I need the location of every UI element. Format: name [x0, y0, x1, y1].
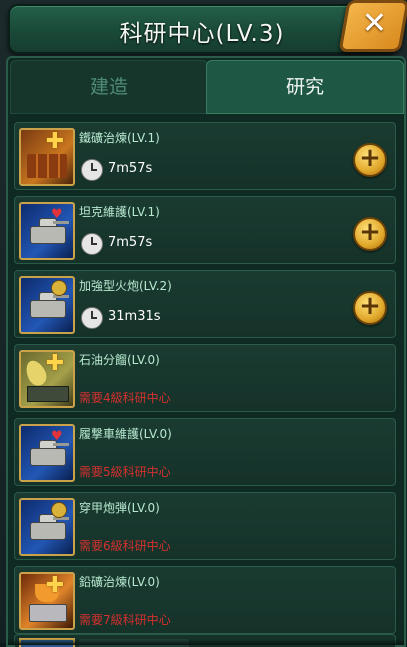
oil-meter-shape [27, 386, 69, 402]
research-item-tank-repair[interactable]: ♥ 坦克維護(LV.1) 7m57s + [14, 196, 396, 264]
upgrade-plus-icon: ✚ [45, 129, 65, 154]
tab-build[interactable]: 建造 [10, 60, 208, 114]
research-item-copper-smelting[interactable]: ✚ 鐵礦治煉(LV.1) 7m57s + [14, 122, 396, 190]
research-panel: 建造 研究 ✚ 鐵礦治煉(LV.1) 7m57s + ♥ 坦克維護(LV.1) … [6, 56, 406, 647]
close-button[interactable]: ✕ [338, 0, 407, 52]
heart-icon: ♥ [51, 429, 63, 444]
item-name: 履撃車維護(LV.0) [79, 427, 172, 441]
add-icon: + [359, 291, 381, 321]
clock-icon [81, 233, 103, 255]
tank-artillery-icon [19, 276, 75, 334]
research-item-tracked-vehicle-repair[interactable]: ♥ 履撃車維護(LV.0) 需要5級科研中心 [14, 418, 396, 486]
copper-smelting-icon: ✚ [19, 128, 75, 186]
tank-repair-icon: ♥ [19, 202, 75, 260]
heart-icon: ♥ [51, 207, 63, 222]
tracked-vehicle-repair-icon: ♥ [19, 424, 75, 482]
requirement-text: 需要7級科研中心 [79, 613, 171, 627]
upgrade-plus-icon: ✚ [45, 351, 65, 376]
research-item-lead-smelting[interactable]: ✚ 鉛礦治煉(LV.0) 需要7級科研中心 [14, 566, 396, 634]
armor-piercing-shell-icon [19, 498, 75, 556]
speedup-button[interactable]: + [353, 217, 387, 251]
speedup-button[interactable]: + [353, 291, 387, 325]
item-name: 坦克維護(LV.1) [79, 205, 160, 219]
requirement-text: 需要6級科研中心 [79, 539, 171, 553]
tab-research[interactable]: 研究 [206, 60, 404, 114]
timer-value: 7m57s [108, 235, 153, 250]
tank-body-shape [30, 300, 66, 318]
research-item-oil-fractionation[interactable]: ✚ 石油分餾(LV.0) 需要4級科研中心 [14, 344, 396, 412]
item-name: 石油分餾(LV.0) [79, 353, 160, 367]
timer-value: 7m57s [108, 161, 153, 176]
clock-icon [81, 307, 103, 329]
timer-value: 31m31s [108, 309, 161, 324]
speedup-button[interactable]: + [353, 143, 387, 177]
item-name: 鐵礦治煉(LV.1) [79, 131, 160, 145]
tank-body-shape [30, 226, 66, 244]
add-icon: + [359, 217, 381, 247]
tank-body-shape [30, 448, 66, 466]
oil-fractionation-icon: ✚ [19, 350, 75, 408]
window-title: 科研中心(LV.3) [119, 21, 285, 47]
upgrade-badge-icon [51, 502, 67, 518]
item-name: 穿甲炮弾(LV.0) [79, 501, 160, 515]
title-bar: 科研中心(LV.3) [8, 4, 396, 54]
requirement-text: 需要4級科研中心 [79, 391, 171, 405]
add-icon: + [359, 143, 381, 173]
item-name: 加強型火炮(LV.2) [79, 279, 172, 293]
upgrade-badge-icon [51, 280, 67, 296]
research-item-armor-piercing-shell[interactable]: 穿甲炮弾(LV.0) 需要6級科研中心 [14, 492, 396, 560]
lead-smelting-icon: ✚ [19, 572, 75, 630]
research-list[interactable]: ✚ 鐵礦治煉(LV.1) 7m57s + ♥ 坦克維護(LV.1) 7m57s … [14, 122, 400, 647]
close-x-icon: ✕ [361, 6, 388, 41]
research-center-window: 科研中心(LV.3) ✕ 建造 研究 ✚ 鐵礦治煉(LV.1) 7m57s + [0, 0, 407, 647]
requirement-text: 需要5級科研中心 [79, 465, 171, 479]
upgrade-plus-icon: ✚ [45, 573, 65, 598]
list-bottom-fade [8, 639, 404, 645]
clock-icon [81, 159, 103, 181]
tank-body-shape [30, 522, 66, 540]
item-name: 鉛礦治煉(LV.0) [79, 575, 160, 589]
lead-ingot-shape [29, 604, 67, 622]
research-item-tank-artillery[interactable]: 加強型火炮(LV.2) 31m31s + [14, 270, 396, 338]
copper-bars-shape [27, 154, 67, 178]
